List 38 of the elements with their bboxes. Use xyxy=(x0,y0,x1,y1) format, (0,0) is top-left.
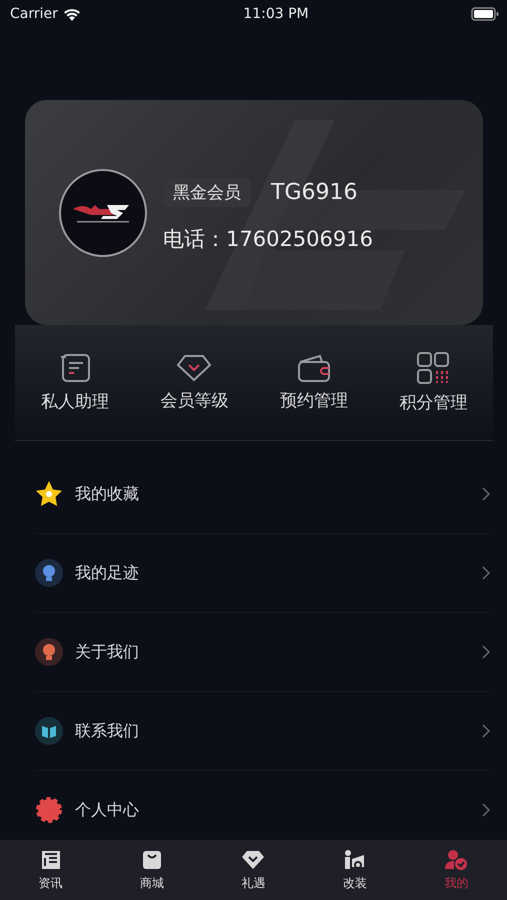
chevron-right-icon xyxy=(482,803,490,817)
menu-item-label[interactable]: 我的收藏 xyxy=(75,484,139,504)
diamond-icon xyxy=(176,353,212,383)
badge-icon xyxy=(35,638,63,666)
menu-item-label[interactable]: 联系我们 xyxy=(75,720,139,742)
tab[interactable]: 资讯 xyxy=(0,840,102,900)
carrier-label: Carrier xyxy=(10,6,58,22)
user-check-icon xyxy=(444,848,468,870)
menu-item-label[interactable]: 我的足迹 xyxy=(75,562,139,584)
chevron-right-icon xyxy=(482,487,490,501)
gear-icon xyxy=(35,796,63,824)
bag-icon xyxy=(141,848,164,870)
battery-icon xyxy=(471,7,499,21)
mechanic-car-icon xyxy=(342,848,367,870)
quick-action-label[interactable]: 积分管理 xyxy=(399,391,468,414)
wifi-icon xyxy=(62,8,81,20)
quick-action-label[interactable]: 预约管理 xyxy=(280,389,348,412)
newspaper-icon xyxy=(40,848,62,870)
chevron-right-icon xyxy=(482,724,490,738)
menu-item-label[interactable]: 关于我们 xyxy=(75,642,139,662)
book-icon xyxy=(35,717,63,745)
phone-number: 电话：17602506916 xyxy=(163,226,373,253)
badge-icon xyxy=(35,559,63,587)
diamond-icon xyxy=(241,848,266,870)
tab[interactable]: 改装 xyxy=(304,840,406,900)
member-level-badge: 黑金会员 xyxy=(163,178,251,207)
tab[interactable]: 商城 xyxy=(101,840,203,900)
star-icon xyxy=(35,480,63,508)
menu-item-label[interactable]: 个人中心 xyxy=(75,800,139,820)
quick-action-label[interactable]: 会员等级 xyxy=(160,389,228,412)
chevron-right-icon xyxy=(482,645,490,659)
member-id: TG6916 xyxy=(271,180,358,205)
quick-action-label[interactable]: 私人助理 xyxy=(40,390,109,413)
tab[interactable]: 礼遇 xyxy=(202,840,304,900)
clock-time: 11:03 PM xyxy=(243,6,309,22)
wallet-icon xyxy=(296,353,331,383)
chevron-right-icon xyxy=(482,566,490,580)
grid-icon xyxy=(416,351,450,385)
